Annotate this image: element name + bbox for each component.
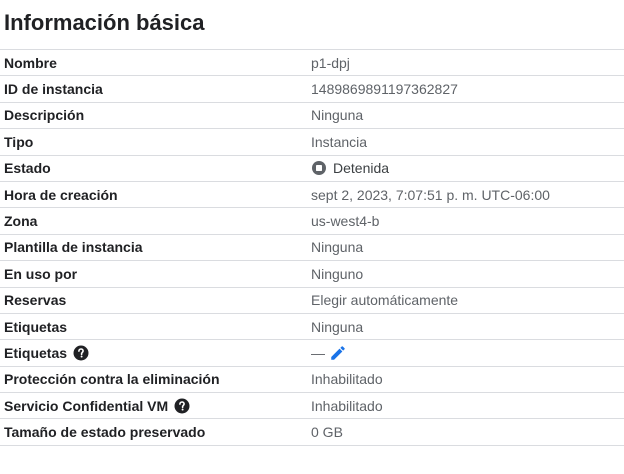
- page-title: Información básica: [4, 10, 205, 35]
- row-proteccion-eliminacion: Protección contra la eliminación Inhabil…: [0, 367, 624, 394]
- row-value: us-west4-b: [311, 213, 380, 230]
- row-label: Zona: [4, 213, 38, 230]
- row-label: Descripción: [4, 107, 85, 124]
- row-label-text: Servicio Confidential VM: [4, 397, 169, 414]
- row-label: Estado: [4, 160, 51, 177]
- details-table: Nombre p1-dpj ID de instancia 1489869891…: [0, 49, 624, 446]
- row-value: Ninguna: [311, 107, 364, 124]
- row-etiquetas-red: Etiquetas —: [0, 340, 624, 367]
- row-value-text: —: [311, 344, 325, 361]
- row-confidential-vm: Servicio Confidential VM Inhabilitado: [0, 393, 624, 420]
- row-value: Inhabilitado: [311, 371, 383, 388]
- row-label: Tipo: [4, 133, 34, 150]
- row-en-uso-por: En uso por Ninguno: [0, 261, 624, 288]
- row-label: Plantilla de instancia: [4, 239, 143, 256]
- row-etiquetas: Etiquetas Ninguna: [0, 314, 624, 341]
- row-value: Ninguna: [311, 318, 364, 335]
- basic-info-panel: Información básica Nombre p1-dpj ID de i…: [0, 0, 624, 474]
- row-label: En uso por: [4, 265, 78, 282]
- row-value: 0 GB: [311, 424, 343, 441]
- row-value-with-edit: —: [311, 344, 347, 362]
- row-tipo: Tipo Instancia: [0, 129, 624, 156]
- help-icon[interactable]: [73, 345, 89, 361]
- row-nombre: Nombre p1-dpj: [0, 50, 624, 77]
- row-label: Tamaño de estado preservado: [4, 424, 206, 441]
- row-value: 1489869891197362827: [311, 81, 458, 98]
- status-text: Detenida: [333, 160, 390, 177]
- stop-circle-icon: [311, 160, 327, 176]
- row-hora-creacion: Hora de creación sept 2, 2023, 7:07:51 p…: [0, 182, 624, 209]
- row-value: Instancia: [311, 133, 368, 150]
- row-label-with-help: Servicio Confidential VM: [0, 398, 311, 414]
- row-label-text: Etiquetas: [4, 344, 68, 361]
- row-plantilla-instancia: Plantilla de instancia Ninguna: [0, 235, 624, 262]
- row-value: Inhabilitado: [311, 397, 383, 414]
- row-label: ID de instancia: [4, 81, 103, 98]
- row-reservas: Reservas Elegir automáticamente: [0, 288, 624, 314]
- row-value: p1-dpj: [311, 54, 350, 71]
- status-value: Detenida: [311, 160, 389, 176]
- row-label: Etiquetas: [4, 318, 68, 335]
- help-icon[interactable]: [174, 398, 190, 414]
- row-value: Ninguna: [311, 239, 364, 256]
- row-descripcion: Descripción Ninguna: [0, 103, 624, 130]
- row-value: Ninguno: [311, 265, 364, 282]
- row-label: Nombre: [4, 54, 57, 71]
- row-label: Protección contra la eliminación: [4, 371, 220, 388]
- edit-icon[interactable]: [329, 344, 347, 362]
- row-label: Hora de creación: [4, 186, 118, 203]
- row-label: Reservas: [4, 292, 67, 309]
- row-tamano-estado: Tamaño de estado preservado 0 GB: [0, 419, 624, 446]
- row-value: sept 2, 2023, 7:07:51 p. m. UTC-06:00: [311, 186, 550, 203]
- row-id-instancia: ID de instancia 1489869891197362827: [0, 76, 624, 103]
- row-label-with-help: Etiquetas: [0, 345, 311, 361]
- row-estado: Estado Detenida: [0, 156, 624, 182]
- row-zona: Zona us-west4-b: [0, 208, 624, 235]
- row-value: Elegir automáticamente: [311, 292, 459, 309]
